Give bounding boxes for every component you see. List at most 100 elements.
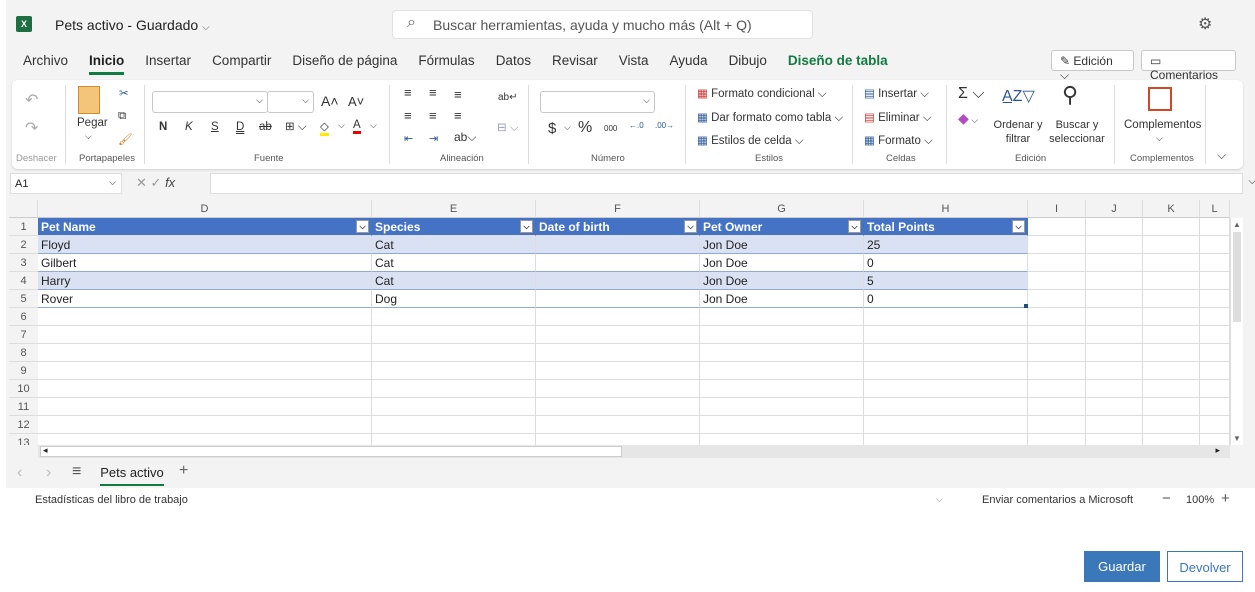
orientation-icon[interactable]: ab⌵ (454, 130, 476, 145)
table-cell[interactable] (536, 236, 700, 254)
table-cell[interactable]: Harry (38, 272, 372, 290)
cell[interactable] (1086, 272, 1143, 290)
table-cell[interactable]: Jon Doe (700, 236, 864, 254)
cell[interactable] (700, 398, 864, 416)
cell[interactable] (1143, 380, 1200, 398)
cell[interactable] (700, 326, 864, 344)
align-right-icon[interactable]: ≡ (454, 108, 462, 123)
tab-ayuda[interactable]: Ayuda (670, 53, 708, 73)
cell[interactable] (700, 308, 864, 326)
table-header-cell[interactable]: Pet Owner ⌵ (700, 218, 864, 236)
cell[interactable] (1086, 290, 1143, 308)
cell[interactable] (1143, 344, 1200, 362)
decrease-decimal-icon[interactable]: .00→ (655, 121, 674, 130)
strikethrough-button[interactable]: ab (259, 121, 272, 133)
cell[interactable] (1200, 416, 1230, 434)
table-header-cell[interactable]: Pet Name ⌵ (38, 218, 372, 236)
find-select-button[interactable]: Buscar y seleccionar (1042, 118, 1112, 146)
cell[interactable] (536, 434, 700, 445)
number-format-select[interactable]: ⌵ (540, 91, 655, 113)
next-sheet-icon[interactable]: › (46, 464, 51, 482)
tab-datos[interactable]: Datos (496, 53, 531, 73)
align-bottom-icon[interactable]: ≡ (454, 87, 462, 102)
cell[interactable] (1200, 308, 1230, 326)
percent-icon[interactable]: % (578, 119, 592, 137)
tab-compartir[interactable]: Compartir (212, 53, 271, 73)
column-header-h[interactable]: H (864, 200, 1028, 218)
format-painter-icon[interactable]: 🖌 (118, 132, 133, 146)
all-sheets-menu-icon[interactable]: ≡ (72, 463, 81, 481)
table-cell[interactable]: Dog (372, 290, 536, 308)
cell[interactable] (864, 326, 1028, 344)
zoom-level[interactable]: 100% (1186, 494, 1214, 506)
cell[interactable] (1028, 218, 1086, 236)
cell[interactable] (700, 344, 864, 362)
horizontal-scrollbar[interactable]: ◂ ▸ (38, 445, 1230, 458)
cell[interactable] (1028, 416, 1086, 434)
cancel-icon[interactable]: ✕ (136, 175, 147, 190)
cell[interactable] (1200, 290, 1230, 308)
clear-eraser-icon[interactable]: ◆ ⌵ (958, 110, 978, 127)
row-header-2[interactable]: 2 (9, 236, 38, 254)
cell[interactable] (1028, 398, 1086, 416)
save-button[interactable]: Guardar (1084, 551, 1160, 582)
undo-icon[interactable]: ↶ (25, 90, 38, 110)
tab-dibujo[interactable]: Dibujo (729, 53, 767, 73)
column-header-f[interactable]: F (536, 200, 700, 218)
cell[interactable] (38, 344, 372, 362)
table-cell[interactable]: 5 (864, 272, 1028, 290)
thousands-separator-icon[interactable]: 000 (604, 124, 617, 133)
table-cell[interactable]: 0 (864, 290, 1028, 308)
merge-center-icon[interactable]: ⊟ ⌵ (497, 120, 519, 135)
table-cell[interactable] (536, 254, 700, 272)
cell[interactable] (1200, 254, 1230, 272)
row-header-3[interactable]: 3 (9, 254, 38, 272)
table-cell[interactable]: 25 (864, 236, 1028, 254)
cell[interactable] (1200, 344, 1230, 362)
document-title[interactable]: Pets activo - Guardado ⌵ (55, 17, 210, 33)
align-middle-icon[interactable]: ≡ (429, 85, 437, 100)
format-cells-button[interactable]: ▦ Formato ⌵ (864, 133, 933, 148)
cell[interactable] (1200, 236, 1230, 254)
chevron-down-icon[interactable]: ⌵ (936, 494, 943, 505)
table-cell[interactable] (536, 272, 700, 290)
column-header-l[interactable]: L (1200, 200, 1230, 218)
cell[interactable] (1143, 308, 1200, 326)
tab-diseno-pagina[interactable]: Diseño de página (292, 53, 397, 73)
cell[interactable] (536, 398, 700, 416)
chevron-down-icon[interactable]: ⌵ (85, 131, 92, 142)
cell[interactable] (536, 380, 700, 398)
tab-diseno-tabla[interactable]: Diseño de tabla (788, 53, 888, 73)
cell[interactable] (536, 326, 700, 344)
name-box[interactable]: A1 ⌵ (10, 173, 122, 194)
cell[interactable] (1143, 218, 1200, 236)
cell[interactable] (864, 398, 1028, 416)
redo-icon[interactable]: ↷ (25, 118, 38, 138)
cell[interactable] (864, 380, 1028, 398)
tab-archivo[interactable]: Archivo (23, 53, 68, 73)
cell[interactable] (1028, 362, 1086, 380)
chevron-down-icon[interactable]: ⌵ (1156, 133, 1163, 144)
cell[interactable] (864, 434, 1028, 445)
cell-styles-button[interactable]: ▦ Estilos de celda ⌵ (697, 133, 804, 148)
cell[interactable] (1028, 434, 1086, 445)
column-header-i[interactable]: I (1028, 200, 1086, 218)
cell[interactable] (1086, 434, 1143, 445)
row-header-13[interactable]: 13 (9, 434, 38, 445)
cell[interactable] (1200, 272, 1230, 290)
cell[interactable] (372, 326, 536, 344)
addins-button[interactable]: Complementos (1124, 119, 1201, 131)
cell[interactable] (38, 362, 372, 380)
table-cell[interactable]: Cat (372, 272, 536, 290)
cell[interactable] (1143, 362, 1200, 380)
table-resize-handle[interactable] (1024, 304, 1028, 308)
cell[interactable] (1143, 434, 1200, 445)
table-cell[interactable]: Rover (38, 290, 372, 308)
increase-decimal-icon[interactable]: ←.0 (629, 121, 644, 130)
cell[interactable] (1086, 398, 1143, 416)
cell[interactable] (1086, 416, 1143, 434)
cell[interactable] (1200, 398, 1230, 416)
cell[interactable] (700, 434, 864, 445)
cell[interactable] (1086, 380, 1143, 398)
cell[interactable] (372, 344, 536, 362)
